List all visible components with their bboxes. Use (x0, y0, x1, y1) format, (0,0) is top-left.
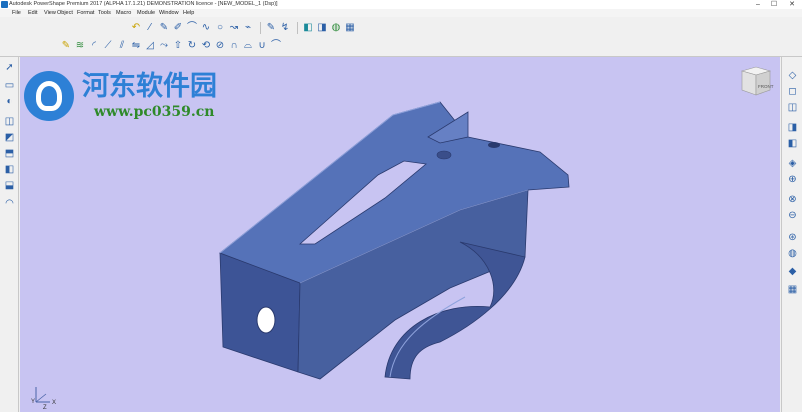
toolbar-row-2: ✎ ≋ ◜ ⟋ ⫽ ⇋ ◿ ⤳ ⇧ ↻ ⟲ ⊘ ∩ ⌓ ∪ ⌒ (60, 37, 284, 55)
model-top-hole-2 (436, 150, 452, 160)
curve-edit-icon[interactable]: ↝ (228, 22, 240, 34)
wrap-icon[interactable]: ⟲ (200, 40, 212, 52)
main-toolbar: ↶ ⁄ ✎ ✐ ⌒ ∿ ○ ↝ ⌁ ✎ ↯ ◧ ◨ ◍ ▦ ✎ ≋ ◜ ⟋ ⫽ … (0, 17, 802, 57)
zoom-all-icon[interactable]: ⊕ (786, 173, 799, 186)
menu-help[interactable]: Help (183, 9, 194, 17)
zoom-out-icon[interactable]: ⊖ (786, 209, 799, 222)
solid-tool-icon[interactable]: ⬒ (3, 147, 16, 160)
menu-tools[interactable]: Tools (98, 9, 111, 17)
menu-object[interactable]: Object (57, 9, 73, 17)
line-icon[interactable]: ⁄ (144, 22, 156, 34)
close-button[interactable]: ✕ (785, 0, 799, 9)
window-title: Autodesk PowerShape Premium 2017 (ALPHA … (9, 1, 278, 7)
circle-icon[interactable]: ○ (214, 22, 226, 34)
surface-tool-icon[interactable]: ◩ (3, 131, 16, 144)
left-toolbar: ➚ ▭ ◐ ◫ ◩ ⬒ ◧ ⬓ ◠ (0, 57, 19, 412)
surface-icon[interactable]: ◧ (302, 22, 314, 34)
line-tool-icon[interactable]: ◫ (3, 115, 16, 128)
pencil-icon[interactable]: ✎ (60, 40, 72, 52)
mesh-icon[interactable]: ◍ (330, 22, 342, 34)
curve-icon[interactable]: ↶ (130, 22, 142, 34)
intersect-icon[interactable]: ∩ (228, 40, 240, 52)
minimize-button[interactable]: – (751, 0, 765, 9)
powershape-app: Autodesk PowerShape Premium 2017 (ALPHA … (0, 0, 802, 412)
shade-icon[interactable]: ◈ (786, 157, 799, 170)
toolbar-row-1: ↶ ⁄ ✎ ✐ ⌒ ∿ ○ ↝ ⌁ ✎ ↯ ◧ ◨ ◍ ▦ (130, 19, 358, 37)
offset-icon[interactable]: ⫽ (116, 40, 128, 52)
solid-icon[interactable]: ◨ (316, 22, 328, 34)
model-side-hole (256, 306, 276, 334)
menu-edit[interactable]: Edit (28, 9, 37, 17)
model-canvas: FRONT (219, 66, 774, 380)
menu-macro[interactable]: Macro (116, 9, 131, 17)
shell-icon[interactable]: ⌓ (242, 40, 254, 52)
blend-icon[interactable]: ≋ (74, 40, 86, 52)
axis-triad: Y X Z (31, 387, 56, 410)
maximize-button[interactable]: ☐ (767, 0, 781, 9)
app-icon (1, 1, 8, 8)
project-icon[interactable]: ↯ (279, 22, 291, 34)
rotate-view-icon[interactable]: ⊛ (786, 231, 799, 244)
mirror-icon[interactable]: ⇋ (130, 40, 142, 52)
toolbar-separator (260, 22, 261, 34)
viewcube[interactable]: FRONT (740, 66, 774, 96)
menu-window[interactable]: Window (159, 9, 179, 17)
loft-icon[interactable]: ◿ (144, 40, 156, 52)
sphere-icon[interactable]: ◍ (786, 247, 799, 260)
menu-format[interactable]: Format (77, 9, 94, 17)
split-icon[interactable]: ⊘ (214, 40, 226, 52)
view-iso-icon[interactable]: ◇ (786, 69, 799, 82)
viewcube-label: FRONT (758, 84, 774, 89)
menu-view[interactable]: View (44, 9, 56, 17)
zoom-in-icon[interactable]: ⊗ (786, 193, 799, 206)
select-arrow-icon[interactable]: ➚ (3, 61, 16, 74)
edit-icon[interactable]: ✎ (265, 22, 277, 34)
menu-bar: File Edit View Object Format Tools Macro… (0, 9, 802, 17)
svg-text:X: X (52, 400, 56, 406)
view-right-icon[interactable]: ◨ (786, 121, 799, 134)
right-toolbar: ◇ ◻ ◫ ◨ ◧ ◈ ⊕ ⊗ ⊖ ⊛ ◍ ◆ ▦ (781, 57, 802, 412)
svg-text:Z: Z (43, 405, 47, 410)
menu-module[interactable]: Module (137, 9, 155, 17)
mesh-tool-icon[interactable]: ◠ (3, 197, 16, 210)
shell-tool-icon[interactable]: ⬓ (3, 179, 16, 192)
toolbar-separator (297, 22, 298, 34)
title-bar: Autodesk PowerShape Premium 2017 (ALPHA … (0, 0, 802, 9)
svg-text:Y: Y (31, 399, 35, 405)
box-tool-icon[interactable]: ◧ (3, 163, 16, 176)
merge-icon[interactable]: ∪ (256, 40, 268, 52)
arc-icon[interactable]: ⌒ (186, 22, 198, 34)
view-side-icon[interactable]: ◧ (786, 137, 799, 150)
composite-icon[interactable]: ⌁ (242, 22, 254, 34)
view-front-icon[interactable]: ◻ (786, 85, 799, 98)
spline-icon[interactable]: ∿ (200, 22, 212, 34)
fillet-icon[interactable]: ◜ (88, 40, 100, 52)
point-icon[interactable]: ◐ (3, 95, 16, 108)
revolve-icon[interactable]: ↻ (186, 40, 198, 52)
grid-icon[interactable]: ▦ (786, 283, 799, 296)
trim-icon[interactable]: ⟋ (102, 40, 114, 52)
view-top-icon[interactable]: ◫ (786, 101, 799, 114)
workplane-icon[interactable]: ▭ (3, 79, 16, 92)
model-top-hole (488, 142, 500, 148)
menu-file[interactable]: File (12, 9, 21, 17)
color-icon[interactable]: ▦ (344, 22, 356, 34)
sketch-icon[interactable]: ✎ (158, 22, 170, 34)
layer-icon[interactable]: ◆ (786, 265, 799, 278)
sweep-icon[interactable]: ⤳ (158, 40, 170, 52)
text-icon[interactable]: ✐ (172, 22, 184, 34)
feature-icon[interactable]: ⌒ (270, 40, 282, 52)
extrude-icon[interactable]: ⇧ (172, 40, 184, 52)
